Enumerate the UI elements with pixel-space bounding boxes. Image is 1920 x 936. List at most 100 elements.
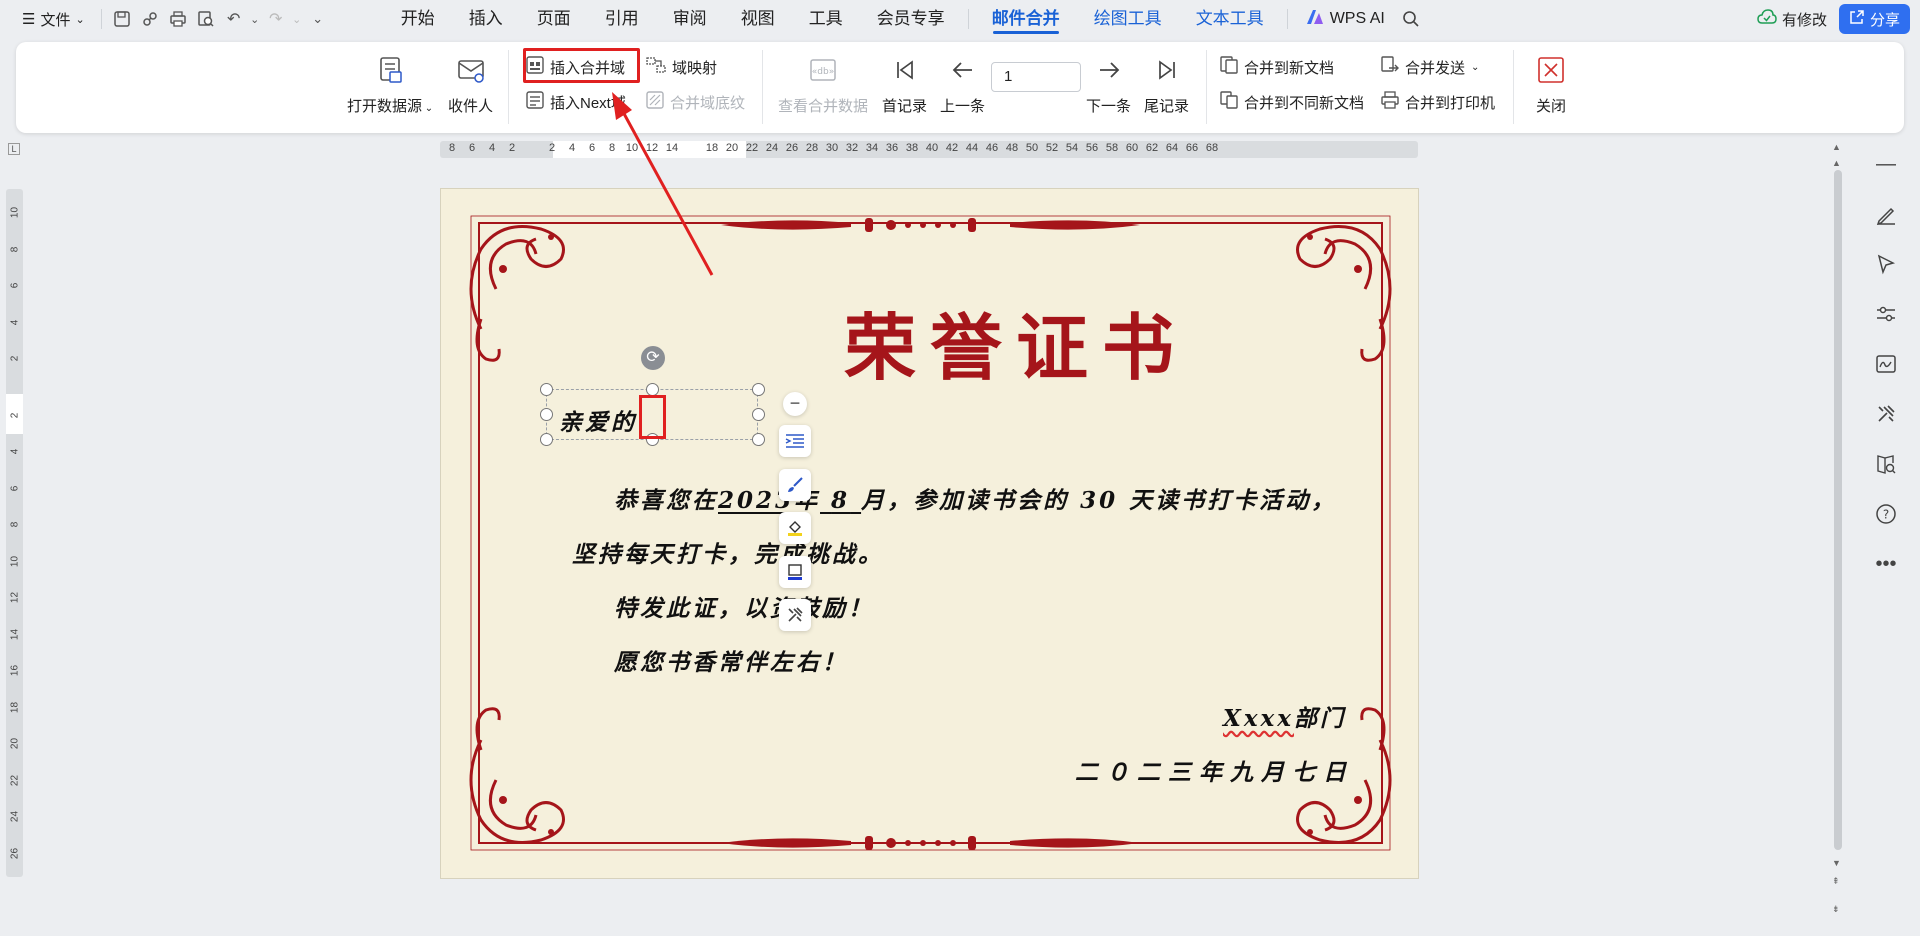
- undo-dropdown-icon[interactable]: ⌄: [248, 5, 262, 33]
- horizontal-ruler[interactable]: 8 6 4 2 2 4 6 8 10 12 14 18 20 22 24 26 28 30 32 34 36 38 40 42…: [440, 141, 1418, 158]
- ruler-tick-label: 56: [1085, 142, 1099, 154]
- vertical-ruler[interactable]: 10 8 6 4 2 2 4 6 8 10 12 14 16 18 20 22 24 26: [6, 189, 23, 877]
- ruler-tick-label: 64: [1165, 142, 1179, 154]
- ruler-tick-label: 62: [1145, 142, 1159, 154]
- help-icon[interactable]: ?: [1872, 500, 1900, 528]
- wps-ai-label: WPS AI: [1329, 10, 1385, 27]
- send-icon: [1381, 56, 1399, 78]
- merge-field-shading-button[interactable]: 合并域底纹: [646, 90, 745, 114]
- open-datasource-button[interactable]: 打开数据源 ⌄: [347, 54, 433, 116]
- pen-icon[interactable]: [1872, 200, 1900, 228]
- resize-handle[interactable]: [540, 408, 553, 421]
- print-preview-icon[interactable]: [192, 5, 220, 33]
- prev-record-button[interactable]: 上一条: [940, 54, 985, 116]
- brush-icon[interactable]: [779, 469, 811, 501]
- body-line-4[interactable]: 愿您书香常伴左右！: [614, 643, 848, 677]
- issue-date[interactable]: 二０二三年九月七日: [1075, 753, 1354, 787]
- resize-handle[interactable]: [752, 383, 765, 396]
- share-button[interactable]: 分享: [1838, 4, 1910, 34]
- view-merge-data-button[interactable]: «db» 查看合并数据: [778, 54, 868, 116]
- select-icon[interactable]: [1872, 250, 1900, 278]
- close-button[interactable]: 关闭: [1535, 54, 1567, 116]
- redo-icon[interactable]: ↷: [262, 5, 290, 33]
- mail-merge-ribbon: 打开数据源 ⌄ 收件人 插入合并域 域映射 插入Next域 合并域底纹 «db»…: [16, 42, 1904, 133]
- merge-diff-docs-button[interactable]: 合并到不同新文档: [1220, 90, 1364, 114]
- print-icon[interactable]: [164, 5, 192, 33]
- body-line-2[interactable]: 坚持每天打卡，完成挑战。: [572, 535, 884, 569]
- next-record-button[interactable]: 下一条: [1086, 54, 1131, 116]
- record-number-input[interactable]: 1: [991, 62, 1081, 92]
- ruler-tick-label: 4: [9, 448, 21, 455]
- merge-new-doc-button[interactable]: 合并到新文档: [1220, 55, 1334, 79]
- tools-icon[interactable]: [779, 599, 811, 631]
- settings-sliders-icon[interactable]: [1872, 300, 1900, 328]
- more-icon[interactable]: •••: [1872, 550, 1900, 578]
- book-search-icon[interactable]: [1872, 450, 1900, 478]
- open-datasource-label: 打开数据源: [347, 98, 423, 115]
- tab-text-tools[interactable]: 文本工具: [1179, 0, 1281, 38]
- next-page-icon[interactable]: ⇟: [1832, 904, 1840, 915]
- link-icon[interactable]: [136, 5, 164, 33]
- tab-member[interactable]: 会员专享: [860, 0, 962, 38]
- divider: [1513, 50, 1514, 124]
- scroll-down-icon[interactable]: ▼: [1832, 858, 1841, 868]
- tab-tools[interactable]: 工具: [792, 0, 860, 38]
- ruler-tick-label: 20: [725, 142, 739, 154]
- cursor-highlight-box: [639, 395, 666, 439]
- tab-stop-selector[interactable]: L: [8, 143, 20, 155]
- save-icon[interactable]: [108, 5, 136, 33]
- resize-handle[interactable]: [752, 408, 765, 421]
- collapse-toolbar-icon[interactable]: −: [783, 392, 807, 416]
- prev-page-icon[interactable]: ⇞: [1832, 876, 1840, 887]
- body-line-3[interactable]: 特发此证，以资鼓励！: [614, 589, 874, 623]
- wps-ai-button[interactable]: WPS AI: [1294, 9, 1397, 30]
- modify-status-button[interactable]: 有修改: [1757, 9, 1827, 30]
- signature-icon[interactable]: [1872, 350, 1900, 378]
- field-mapping-button[interactable]: 域映射: [646, 55, 717, 79]
- ruler-tick-label: 66: [1185, 142, 1199, 154]
- tab-references[interactable]: 引用: [588, 0, 656, 38]
- merge-printer-button[interactable]: 合并到打印机: [1381, 90, 1495, 114]
- search-icon[interactable]: [1397, 5, 1425, 33]
- border-icon[interactable]: [779, 556, 811, 588]
- rotate-handle-icon[interactable]: ⟳: [641, 346, 665, 370]
- file-label: 文件: [40, 11, 71, 29]
- tab-view[interactable]: 视图: [724, 0, 792, 38]
- last-record-button[interactable]: 尾记录: [1144, 54, 1189, 116]
- first-record-button[interactable]: 首记录: [882, 54, 927, 116]
- collapse-icon[interactable]: —: [1872, 150, 1900, 178]
- file-menu[interactable]: ☰ 文件 ⌄: [0, 9, 95, 30]
- tab-review[interactable]: 审阅: [656, 0, 724, 38]
- recipients-icon: [455, 54, 487, 86]
- tab-mail-merge[interactable]: 邮件合并: [975, 0, 1077, 38]
- tab-drawing-tools[interactable]: 绘图工具: [1077, 0, 1179, 38]
- resize-handle[interactable]: [540, 433, 553, 446]
- undo-icon[interactable]: ↶: [220, 5, 248, 33]
- ruler-tick-label: 48: [1005, 142, 1019, 154]
- redo-dropdown-icon[interactable]: ⌄: [290, 5, 304, 33]
- tools-icon[interactable]: [1872, 400, 1900, 428]
- merge-send-button[interactable]: 合并发送 ⌄: [1381, 55, 1479, 79]
- tab-insert[interactable]: 插入: [452, 0, 520, 38]
- layout-options-icon[interactable]: [779, 425, 811, 457]
- ruler-tick-label: 10: [9, 555, 21, 567]
- insert-next-field-button[interactable]: 插入Next域: [526, 90, 626, 114]
- customize-toolbar-icon[interactable]: ⌄: [304, 5, 332, 33]
- tab-page[interactable]: 页面: [520, 0, 588, 38]
- scroll-up-icon[interactable]: ▲: [1832, 158, 1841, 168]
- fill-icon[interactable]: [779, 512, 811, 544]
- chevron-down-icon: ⌄: [75, 13, 85, 26]
- resize-handle[interactable]: [752, 433, 765, 446]
- resize-handle[interactable]: [540, 383, 553, 396]
- recipients-button[interactable]: 收件人: [448, 54, 493, 116]
- arrow-right-icon: [1093, 54, 1125, 86]
- vertical-scrollbar[interactable]: [1834, 170, 1842, 850]
- body-line-1[interactable]: 恭喜您在2023年 8 月，参加读书会的 30 天读书打卡活动，: [614, 481, 1337, 515]
- document-page[interactable]: 荣誉证书 亲爱的 恭喜您在2023年 8 月，参加读书会的 30 天读书打卡活动…: [440, 188, 1419, 879]
- scroll-top-icon[interactable]: ▲: [1832, 142, 1841, 152]
- ruler-tick-label: 50: [1025, 142, 1039, 154]
- department-line[interactable]: Xxxx部门: [1223, 699, 1346, 733]
- next-field-icon: [526, 91, 544, 113]
- ruler-tick-label: 8: [448, 142, 456, 154]
- tab-home[interactable]: 开始: [384, 0, 452, 38]
